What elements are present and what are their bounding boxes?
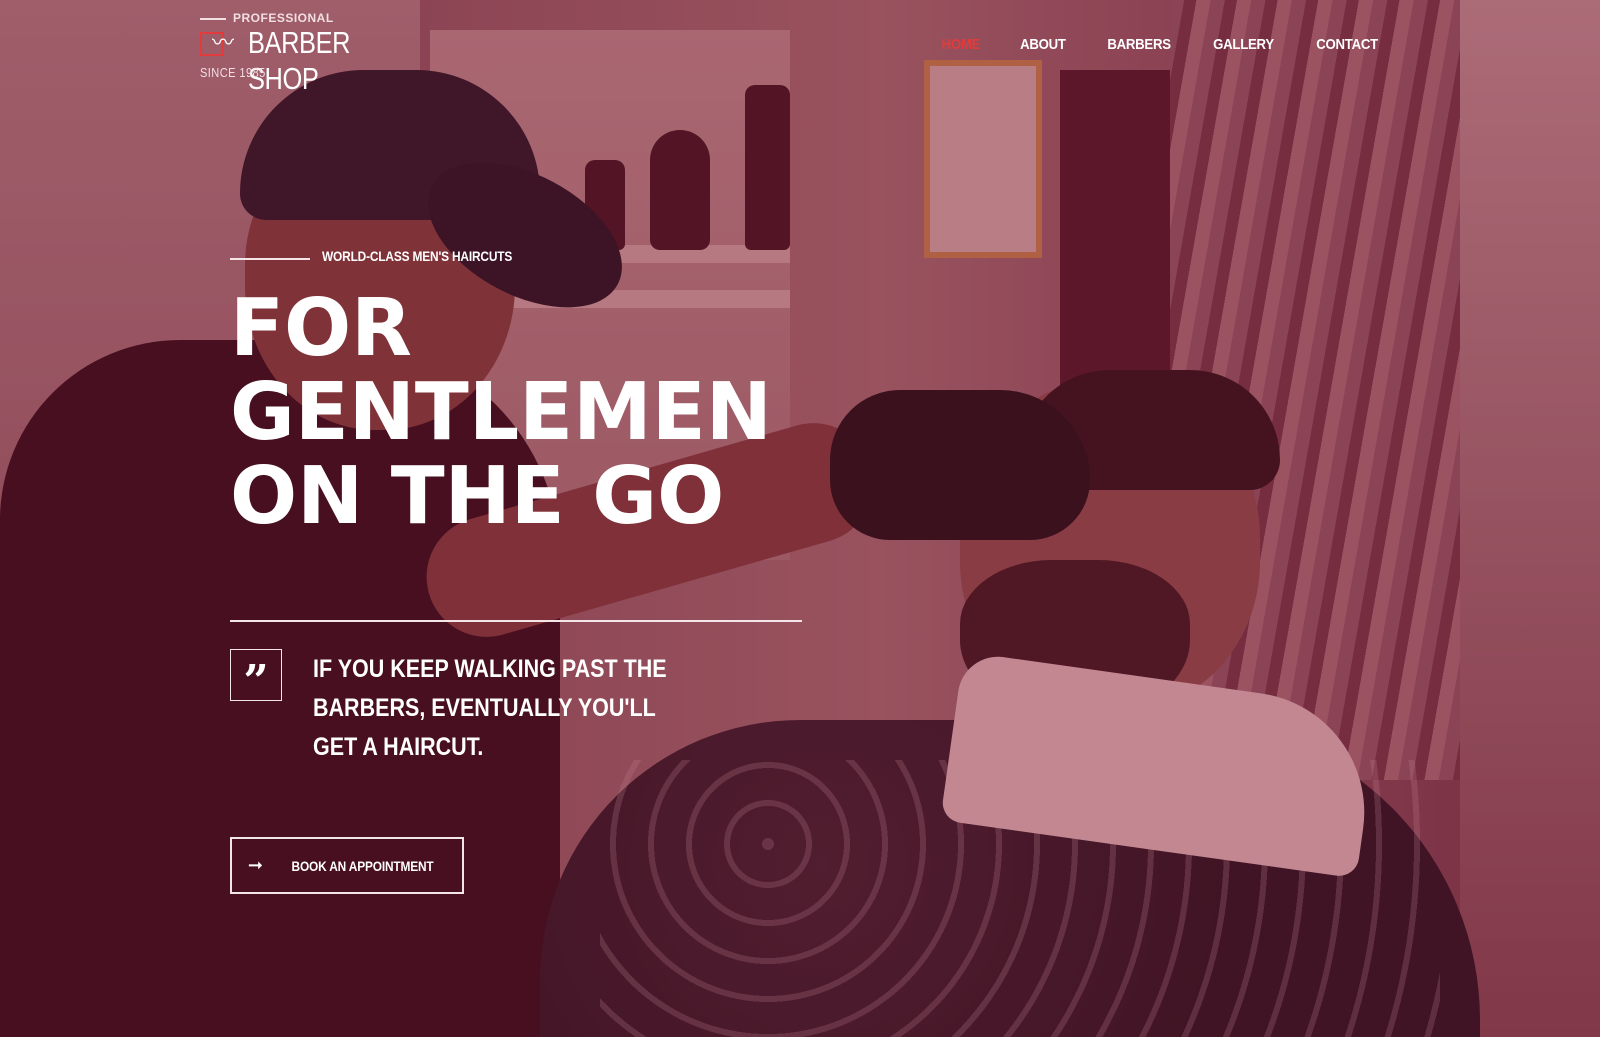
hero-divider xyxy=(230,620,802,622)
logo-name: BARBER SHOP xyxy=(248,25,351,96)
nav-item-gallery[interactable]: GALLERY xyxy=(1213,36,1274,53)
arrow-right-icon: ➞ xyxy=(247,855,264,875)
nav-item-contact[interactable]: CONTACT xyxy=(1316,36,1378,53)
brand-logo[interactable]: PROFESSIONAL 〰 BARBER SHOP SINCE 1985 xyxy=(200,10,430,96)
mustache-icon: 〰 xyxy=(212,30,235,55)
headline-line: ON THE GO xyxy=(230,450,725,542)
nav-item-home[interactable]: HOME xyxy=(942,36,981,53)
logo-since: SINCE 1985 xyxy=(200,65,266,80)
headline-line: GENTLEMEN xyxy=(230,366,772,458)
nav-item-about[interactable]: ABOUT xyxy=(1020,36,1066,53)
logo-line xyxy=(200,18,226,20)
hero-quote: IF YOU KEEP WALKING PAST THE BARBERS, EV… xyxy=(313,655,667,761)
hero-eyebrow: WORLD-CLASS MEN'S HAIRCUTS xyxy=(322,248,513,264)
hero-headline: FOR GENTLEMEN ON THE GO xyxy=(230,286,870,538)
main-nav: HOME ABOUT BARBERS GALLERY CONTACT xyxy=(939,36,1382,53)
eyebrow-line xyxy=(230,258,310,260)
quote-icon: ” xyxy=(230,649,282,704)
nav-item-barbers[interactable]: BARBERS xyxy=(1107,36,1171,53)
book-appointment-button[interactable]: ➞ BOOK AN APPOINTMENT xyxy=(230,837,464,894)
logo-tagline: PROFESSIONAL xyxy=(233,11,334,25)
book-appointment-label: BOOK AN APPOINTMENT xyxy=(291,857,434,874)
headline-line: FOR xyxy=(230,282,412,374)
